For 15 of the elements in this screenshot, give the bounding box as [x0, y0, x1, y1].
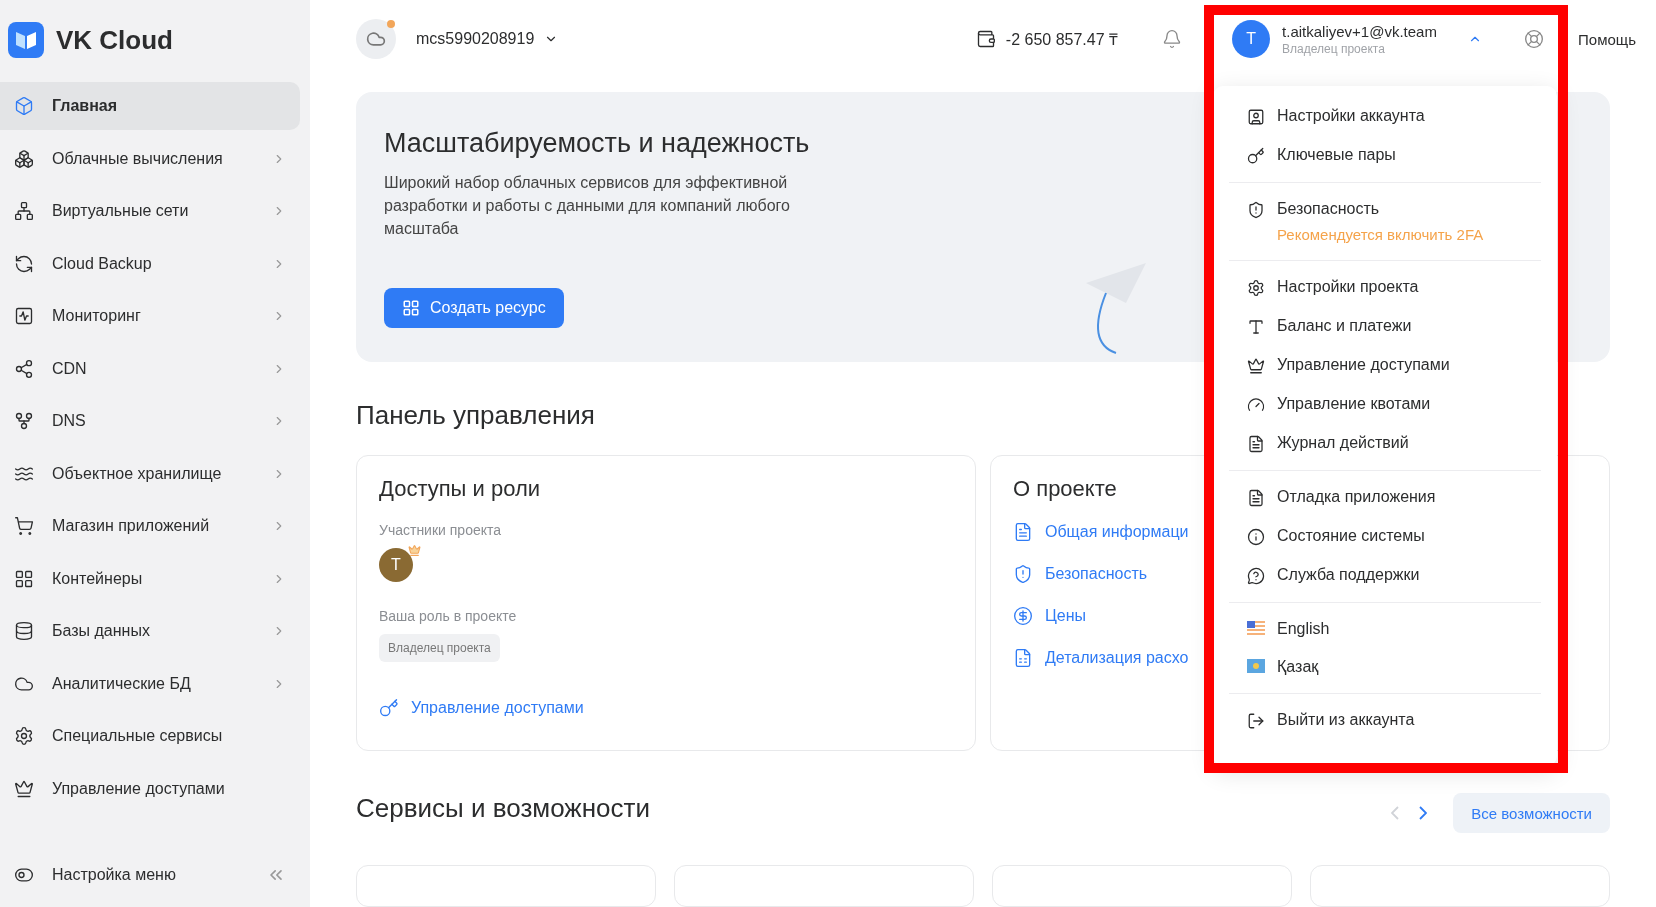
card-title: О проекте	[1013, 476, 1117, 503]
logo-text: VK Cloud	[56, 24, 173, 56]
user-email: t.aitkaliyev+1@vk.team	[1282, 22, 1438, 40]
field-label: Ваша роль в проекте	[379, 608, 518, 625]
user-avatar: T	[1232, 20, 1271, 59]
balance-text: -2 650 857.47 ₸	[1005, 30, 1119, 51]
section-title: Сервисы и возможности	[356, 793, 650, 824]
role-tag: Владелец проекта	[379, 634, 500, 663]
field-label: Участники проекта	[379, 522, 503, 539]
section-title: Панель управления	[356, 400, 595, 432]
user-role: Владелец проекта	[1282, 41, 1386, 56]
hero-text: Широкий набор облачных сервисов для эффективной разработки и работы с данными для компаний любого масштаба	[384, 172, 791, 239]
warning-note: Рекомендуется включить 2FA	[1277, 226, 1484, 243]
card-title: Доступы и роли	[379, 476, 541, 503]
hero-title: Масштабируемость и надежность	[384, 127, 810, 159]
